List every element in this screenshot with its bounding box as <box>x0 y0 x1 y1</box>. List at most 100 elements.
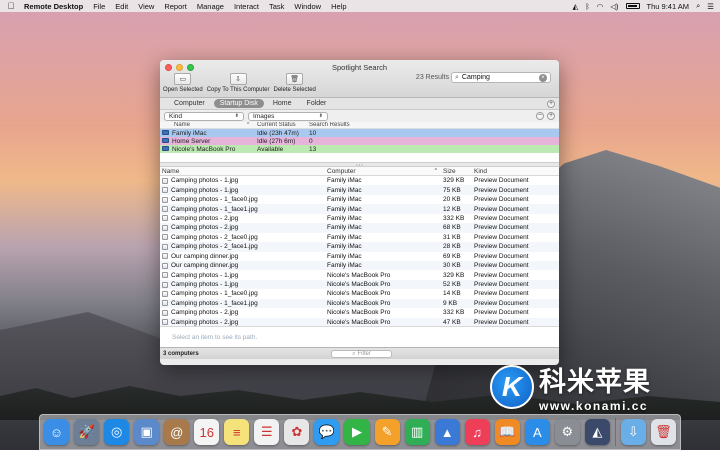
menu-task[interactable]: Task <box>269 2 284 11</box>
remote-desktop-status-icon[interactable]: ◭ <box>572 2 578 11</box>
add-criteria-icon[interactable]: + <box>547 112 555 120</box>
file-size: 47 KB <box>443 318 461 326</box>
notes-icon[interactable]: ≡ <box>224 419 250 445</box>
file-row[interactable]: Camping photos - 1.jpg Nicole's MacBook P… <box>160 279 559 290</box>
reminders-icon[interactable]: ☰ <box>254 419 280 445</box>
menu-window[interactable]: Window <box>294 2 321 11</box>
column-header-file-name[interactable]: Name <box>160 168 324 175</box>
menu-interact[interactable]: Interact <box>234 2 259 11</box>
computer-row[interactable]: Nicole's MacBook Pro Available 13 <box>160 145 559 153</box>
photos-icon[interactable]: ✿ <box>284 419 310 445</box>
file-row[interactable]: Camping photos - 2.jpg Family iMac 68 KB Pr… <box>160 223 559 233</box>
column-header-current-status[interactable]: Current Status <box>257 122 309 128</box>
scope-tab-startup-disk[interactable]: Startup Disk <box>213 99 264 108</box>
scope-tab-folder[interactable]: Folder <box>301 99 333 108</box>
trash-can-icon[interactable]: 🗑 <box>650 419 676 445</box>
jpeg-file-icon <box>162 319 168 326</box>
pages-icon[interactable]: ✎ <box>374 419 400 445</box>
scope-tab-home[interactable]: Home <box>267 99 298 108</box>
file-name: Camping photos - 2_face0.jpg <box>171 233 258 241</box>
copy-to-this-computer-button[interactable]: ⇩ Copy To This Computer <box>207 73 270 93</box>
file-kind: Preview Document <box>474 271 529 279</box>
battery-icon[interactable] <box>625 3 640 9</box>
messages-icon[interactable]: 💬 <box>314 419 340 445</box>
notification-center-icon[interactable]: ☰ <box>707 2 714 11</box>
downloads-folder-icon[interactable]: ⇩ <box>620 419 646 445</box>
spotlight-search-icon[interactable]: ⌕ <box>696 1 700 11</box>
scope-tab-computer[interactable]: Computer <box>168 99 211 108</box>
file-row[interactable]: Our camping dinner.jpg Family iMac 69 KB Pr… <box>160 252 559 261</box>
search-field[interactable]: ⌕ Camping × <box>451 72 551 83</box>
file-name: Camping photos - 1_face0.jpg <box>171 290 258 298</box>
criteria-value-popup[interactable]: Images ⬍ <box>248 111 328 121</box>
computer-row[interactable]: Family iMac Idle (23h 47m) 10 <box>160 129 559 137</box>
file-row[interactable]: Camping photos - 1.jpg Family iMac 75 KB Pr… <box>160 185 559 195</box>
column-header-kind[interactable]: Kind <box>471 168 559 175</box>
calendar-icon[interactable]: 16 <box>194 419 220 445</box>
app-store-icon[interactable]: A <box>524 419 550 445</box>
menubar-clock[interactable]: Thu 9:41 AM <box>647 2 690 11</box>
launchpad-icon[interactable]: 🚀 <box>74 419 100 445</box>
file-row[interactable]: Camping photos - 1_face0.jpg Nicole's Mac… <box>160 289 559 298</box>
file-row[interactable]: Camping photos - 2.jpg Nicole's MacBook P… <box>160 317 559 326</box>
apple-menu-icon[interactable]:  <box>6 1 16 11</box>
file-kind: Preview Document <box>474 318 529 326</box>
file-row[interactable]: Camping photos - 1_face1.jpg Nicole's Mac… <box>160 298 559 309</box>
file-row[interactable]: Camping photos - 1_face0.jpg Family iMac 2… <box>160 195 559 204</box>
criteria-attribute-popup[interactable]: Kind ⬍ <box>164 111 244 121</box>
keynote-icon[interactable]: ▲ <box>434 419 460 445</box>
menu-manage[interactable]: Manage <box>197 2 224 11</box>
file-name: Camping photos - 1.jpg <box>171 271 239 279</box>
computer-icon <box>162 137 169 143</box>
remote-desktop-icon[interactable]: ◭ <box>584 419 610 445</box>
column-header-computer[interactable]: Computer ^ <box>324 168 440 175</box>
clear-search-icon[interactable]: × <box>539 73 547 82</box>
file-computer: Family iMac <box>327 214 362 222</box>
wifi-icon[interactable]: ◠ <box>597 2 604 11</box>
search-input[interactable]: Camping <box>462 74 539 81</box>
app-menu[interactable]: Remote Desktop <box>24 2 83 11</box>
safari-icon[interactable]: ◎ <box>104 419 130 445</box>
computer-name: Home Server <box>172 137 211 145</box>
remove-criteria-icon[interactable]: − <box>536 112 544 120</box>
column-header-name[interactable]: Name <box>170 122 247 128</box>
volume-icon[interactable]: ◁) <box>610 2 618 11</box>
menu-file[interactable]: File <box>93 2 105 11</box>
file-row[interactable]: Our camping dinner.jpg Family iMac 30 KB Pr… <box>160 260 559 271</box>
finder-icon[interactable]: ☺ <box>44 419 70 445</box>
filter-input[interactable]: Filter <box>358 351 371 357</box>
jpeg-file-icon <box>162 272 168 279</box>
file-row[interactable]: Camping photos - 2_face0.jpg Family iMac 3… <box>160 233 559 242</box>
bluetooth-icon[interactable]: ᛒ <box>585 2 590 11</box>
system-preferences-icon[interactable]: ⚙ <box>554 419 580 445</box>
files-table: Name Computer ^ Size Kind Camping photos… <box>160 167 559 326</box>
column-header-search-results[interactable]: Search Results <box>309 122 369 128</box>
file-row[interactable]: Camping photos - 2_face1.jpg Family iMac 2… <box>160 242 559 252</box>
numbers-icon[interactable]: ▥ <box>404 419 430 445</box>
computer-row[interactable]: Home Server Idle (27h 6m) 0 <box>160 137 559 145</box>
file-row[interactable]: Camping photos - 2.jpg Family iMac 332 KB P… <box>160 214 559 223</box>
delete-selected-button[interactable]: 🗑 Delete Selected <box>274 73 316 93</box>
chevron-updown-icon: ⬍ <box>318 113 323 119</box>
column-header-size[interactable]: Size <box>440 168 471 175</box>
menu-edit[interactable]: Edit <box>115 2 128 11</box>
file-row[interactable]: Camping photos - 2.jpg Nicole's MacBook P… <box>160 308 559 317</box>
add-scope-icon[interactable]: + <box>547 100 555 108</box>
ibooks-icon[interactable]: 📖 <box>494 419 520 445</box>
menu-report[interactable]: Report <box>164 2 187 11</box>
menu-view[interactable]: View <box>138 2 154 11</box>
file-row[interactable]: Camping photos - 1.jpg Family iMac 329 KB P… <box>160 176 559 185</box>
file-rows: Camping photos - 1.jpg Family iMac 329 KB P… <box>160 176 559 326</box>
itunes-icon[interactable]: ♫ <box>464 419 490 445</box>
file-name: Camping photos - 2_face1.jpg <box>171 243 258 251</box>
facetime-icon[interactable]: ▶ <box>344 419 370 445</box>
jpeg-file-icon <box>162 262 168 269</box>
filter-field[interactable]: ⌕ Filter <box>331 350 392 358</box>
file-row[interactable]: Camping photos - 1.jpg Nicole's MacBook P… <box>160 270 559 279</box>
preview-icon[interactable]: ▣ <box>134 419 160 445</box>
file-row[interactable]: Camping photos - 1_face1.jpg Family iMac 1… <box>160 204 559 214</box>
contacts-icon[interactable]: @ <box>164 419 190 445</box>
menu-help[interactable]: Help <box>331 2 346 11</box>
open-selected-button[interactable]: ▭ Open Selected <box>163 73 203 93</box>
delete-selected-label: Delete Selected <box>273 87 316 93</box>
